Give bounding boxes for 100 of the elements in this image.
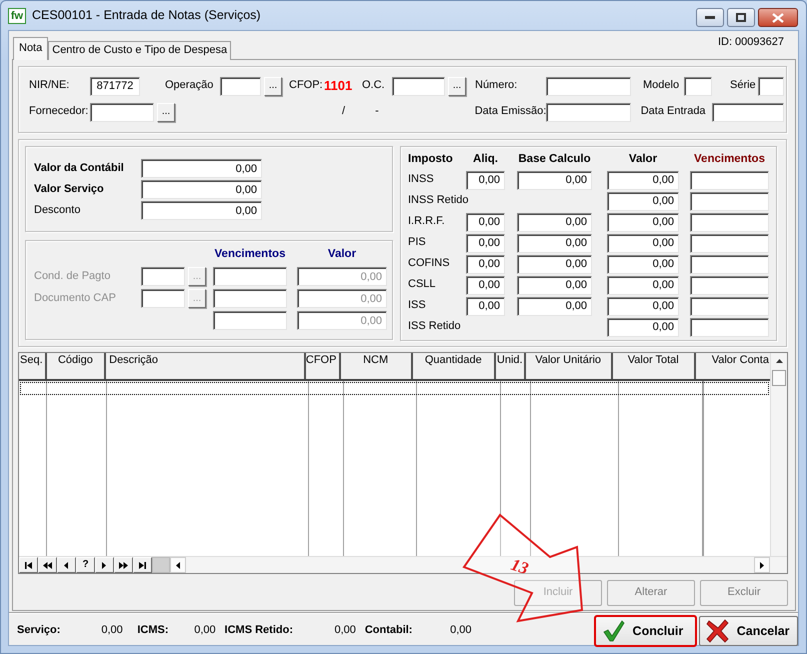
input-field[interactable]: 0,00 <box>517 234 592 252</box>
lookup-button[interactable]: ... <box>448 76 466 96</box>
previous-record-button[interactable] <box>57 557 76 573</box>
close-button[interactable] <box>758 8 798 27</box>
vertical-scrollbar[interactable] <box>770 353 787 556</box>
column-header[interactable]: Valor Conta <box>696 353 770 379</box>
input-field[interactable]: 0,00 <box>607 254 679 274</box>
input-field[interactable] <box>690 212 769 232</box>
lookup-button[interactable]: ... <box>264 76 282 96</box>
field-label: Série <box>730 79 757 93</box>
cancel-button[interactable]: Cancelar <box>698 616 798 646</box>
scroll-right-icon <box>760 562 764 568</box>
input-field[interactable] <box>690 254 769 274</box>
total-label: Serviço: <box>17 624 62 638</box>
field-label: Modelo <box>643 79 680 93</box>
scroll-thumb[interactable] <box>772 370 786 386</box>
column-header[interactable]: Código <box>46 353 106 379</box>
first-record-button[interactable] <box>19 557 38 573</box>
input-field[interactable]: 0,00 <box>607 212 679 232</box>
field-label: Valor da Contábil <box>34 162 125 176</box>
field-label: INSS <box>408 173 435 187</box>
input-field[interactable] <box>546 102 631 122</box>
selected-row[interactable] <box>20 382 769 395</box>
total-value: 0,00 <box>101 624 124 638</box>
field-label: Valor Serviço <box>34 182 105 196</box>
input-field[interactable] <box>220 76 261 96</box>
tab[interactable]: Centro de Custo e Tipo de Despesa <box>48 40 232 60</box>
input-field[interactable] <box>684 76 712 96</box>
input-field[interactable] <box>690 296 769 316</box>
input-field[interactable]: 0,00 <box>141 201 262 220</box>
input-field[interactable]: 0,00 <box>517 254 592 274</box>
field-label: NIR/NE: <box>29 79 70 93</box>
input-field[interactable]: 0,00 <box>517 276 592 294</box>
next-record-button[interactable] <box>95 557 114 573</box>
input-field[interactable] <box>690 170 769 190</box>
input-field[interactable]: 0,00 <box>466 170 505 190</box>
input-field[interactable]: 0,00 <box>466 296 505 316</box>
maximize-button[interactable] <box>727 8 755 27</box>
column-header[interactable]: NCM <box>340 353 413 379</box>
input-field[interactable] <box>546 76 631 96</box>
input-field[interactable]: 0,00 <box>466 234 505 252</box>
field-label: Documento CAP <box>34 292 117 306</box>
next-page-button[interactable] <box>114 557 133 573</box>
input-field[interactable]: 0,00 <box>607 192 679 210</box>
total-value: 0,00 <box>194 624 217 638</box>
column-header[interactable]: Valor Unitário <box>526 353 613 379</box>
right-arrow-icon <box>101 560 108 570</box>
input-field[interactable] <box>758 76 784 96</box>
previous-page-button[interactable] <box>38 557 57 573</box>
column-header[interactable]: Quantidade <box>412 353 496 379</box>
column-header[interactable]: CFOP <box>306 353 341 379</box>
input-field[interactable]: 0,00 <box>141 159 262 178</box>
input-field[interactable]: 0,00 <box>517 212 592 232</box>
field-label: PIS <box>408 236 427 250</box>
input-field[interactable]: 0,00 <box>517 296 592 316</box>
input-field[interactable] <box>712 102 784 122</box>
right-arrow-icon <box>119 560 128 570</box>
minimize-icon <box>705 16 715 20</box>
column-header: Vencimentos <box>693 152 766 166</box>
input-field[interactable]: 871772 <box>90 76 140 96</box>
input-field[interactable] <box>690 192 769 210</box>
horizontal-scrollbar[interactable] <box>170 557 787 573</box>
x-icon <box>706 619 729 643</box>
input-field[interactable] <box>392 76 445 96</box>
column-header[interactable]: Unid. <box>496 353 526 379</box>
last-record-button[interactable] <box>133 557 152 573</box>
input-field[interactable]: 0,00 <box>466 254 505 274</box>
field-label: Data Entrada <box>640 105 707 119</box>
field-label: ISS <box>408 299 427 313</box>
filler-block <box>152 557 170 573</box>
right-arrow-icon <box>139 560 146 570</box>
maximize-icon <box>736 13 746 22</box>
total-value: 0,00 <box>450 624 473 638</box>
field-label: O.C. <box>362 79 386 93</box>
column-header[interactable]: Descrição <box>106 353 306 379</box>
input-field[interactable]: 0,00 <box>607 296 679 316</box>
tab[interactable]: Nota <box>13 36 48 60</box>
input-field[interactable]: 0,00 <box>141 180 262 199</box>
input-field[interactable]: 0,00 <box>466 212 505 232</box>
input-field[interactable]: 0,00 <box>517 170 592 190</box>
column-header[interactable]: Valor Total <box>612 353 696 379</box>
input-field[interactable]: 0,00 <box>607 276 679 294</box>
confirm-button[interactable]: Concluir <box>594 616 696 646</box>
help-button[interactable]: ? <box>76 557 95 573</box>
left-arrow-icon <box>25 560 32 570</box>
input-field[interactable]: 0,00 <box>607 234 679 252</box>
column-header[interactable]: Seq. <box>19 353 47 379</box>
field-label: I.R.R.F. <box>408 215 446 229</box>
lookup-button[interactable]: ... <box>157 102 175 122</box>
minimize-button[interactable] <box>696 8 724 27</box>
input-field[interactable]: 0,00 <box>607 170 679 190</box>
column-header: Vencimentos <box>214 248 286 262</box>
field-label: Fornecedor: <box>29 105 90 119</box>
input-field[interactable]: 0,00 <box>607 318 679 336</box>
window-title: CES00101 - Entrada de Notas (Serviços) <box>32 8 261 23</box>
input-field[interactable] <box>90 102 154 122</box>
input-field[interactable]: 0,00 <box>466 276 505 294</box>
input-field[interactable] <box>690 276 769 294</box>
input-field[interactable] <box>690 234 769 252</box>
input-field[interactable] <box>690 318 769 336</box>
